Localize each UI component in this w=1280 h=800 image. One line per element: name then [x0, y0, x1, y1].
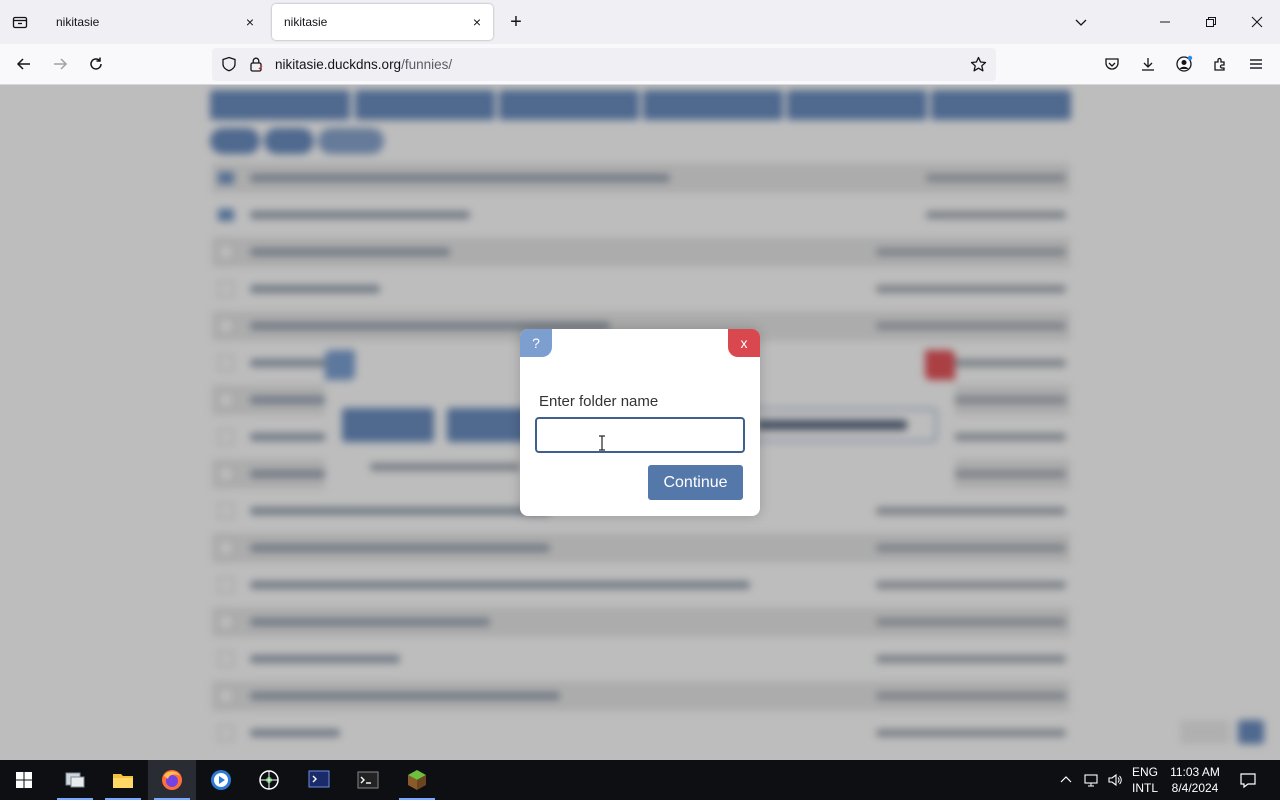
- folder-name-label: Enter folder name: [539, 393, 659, 410]
- tab-nikitasie-2[interactable]: nikitasie ×: [272, 4, 493, 40]
- account-icon[interactable]: [1169, 50, 1199, 78]
- tab-close-icon[interactable]: ×: [238, 10, 262, 34]
- back-arrow-icon[interactable]: [9, 50, 39, 78]
- folder-name-input[interactable]: [535, 417, 745, 453]
- reload-icon[interactable]: [81, 50, 111, 78]
- clock-time: 11:03 AM: [1170, 765, 1220, 779]
- tab-close-icon[interactable]: ×: [465, 10, 489, 34]
- firefox-icon[interactable]: [148, 760, 196, 800]
- volume-icon[interactable]: [1104, 760, 1126, 800]
- terminal-icon[interactable]: [344, 760, 392, 800]
- network-icon[interactable]: [1080, 760, 1102, 800]
- close-button[interactable]: x: [728, 329, 760, 357]
- url-bar[interactable]: nikitasie.duckdns.org/funnies/: [212, 48, 996, 81]
- restore-icon[interactable]: [1188, 0, 1234, 44]
- chevron-up-icon[interactable]: [1056, 760, 1076, 800]
- new-folder-dialog: ? x Enter folder name Continue: [520, 329, 760, 516]
- url-text: nikitasie.duckdns.org/funnies/: [275, 57, 452, 72]
- bookmark-star-icon[interactable]: [970, 56, 987, 78]
- tab-title: nikitasie: [284, 15, 328, 29]
- start-windows-icon[interactable]: [0, 760, 48, 800]
- vm-app-icon[interactable]: [51, 760, 99, 800]
- hamburger-menu-icon[interactable]: [1241, 50, 1271, 78]
- shield-icon[interactable]: [221, 56, 237, 77]
- extensions-icon[interactable]: [1205, 50, 1235, 78]
- file-explorer-icon[interactable]: [99, 760, 147, 800]
- lock-icon[interactable]: [248, 56, 264, 77]
- taskbar: ENG INTL 11:03 AM 8/4/2024: [0, 760, 1280, 800]
- minimize-icon[interactable]: [1142, 0, 1188, 44]
- url-domain: nikitasie.duckdns.org: [275, 57, 402, 72]
- window-close-icon[interactable]: [1234, 0, 1280, 44]
- tab-list-icon[interactable]: [6, 8, 34, 36]
- network-tool-icon[interactable]: [245, 760, 293, 800]
- media-player-icon[interactable]: [197, 760, 245, 800]
- new-tab-button[interactable]: +: [502, 8, 530, 36]
- language-indicator[interactable]: ENG INTL: [1128, 764, 1162, 796]
- clock-date: 8/4/2024: [1171, 781, 1219, 795]
- tab-title: nikitasie: [56, 15, 100, 29]
- pocket-icon[interactable]: [1097, 50, 1127, 78]
- language-code: ENG: [1131, 765, 1158, 779]
- clock[interactable]: 11:03 AM 8/4/2024: [1166, 764, 1224, 796]
- continue-button[interactable]: Continue: [648, 465, 743, 500]
- navigation-bar: nikitasie.duckdns.org/funnies/: [0, 44, 1280, 85]
- tab-nikitasie-1[interactable]: nikitasie ×: [44, 4, 266, 40]
- help-button[interactable]: ?: [520, 329, 552, 357]
- remote-desktop-icon[interactable]: [295, 760, 343, 800]
- download-icon[interactable]: [1133, 50, 1163, 78]
- chevron-down-icon[interactable]: [1058, 0, 1104, 44]
- notifications-icon[interactable]: [1234, 760, 1262, 800]
- url-path: /funnies/: [401, 57, 453, 72]
- forward-arrow-icon[interactable]: [45, 50, 75, 78]
- keyboard-layout: INTL: [1131, 781, 1158, 795]
- minecraft-icon[interactable]: [393, 760, 441, 800]
- tab-bar: nikitasie × nikitasie × +: [0, 0, 1280, 44]
